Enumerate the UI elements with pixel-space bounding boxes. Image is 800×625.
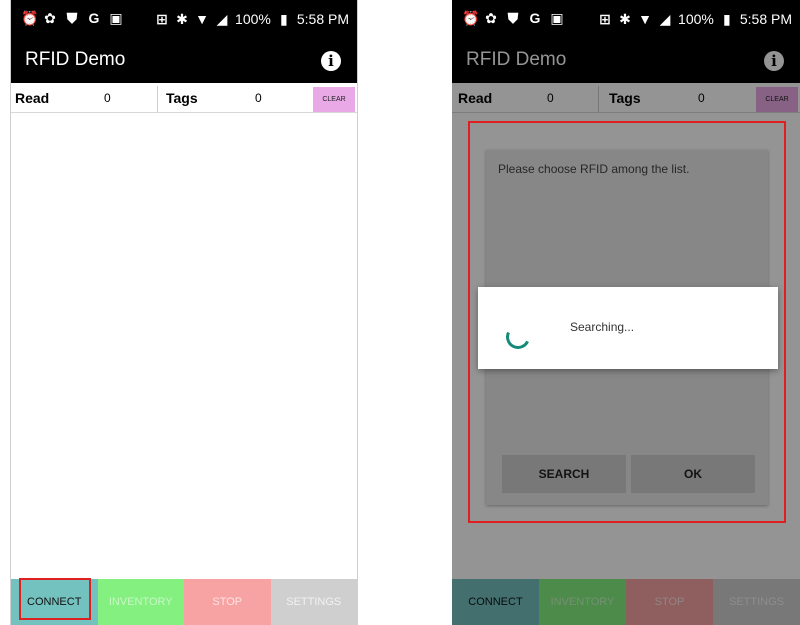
bluetooth-icon: ✱: [619, 11, 631, 27]
progress-dialog: Searching...: [478, 287, 778, 369]
battery-icon: ▮: [280, 11, 288, 27]
wifi-icon: ▼: [195, 11, 209, 27]
tags-count: 0: [255, 91, 262, 105]
divider: [157, 86, 158, 112]
google-icon: G: [529, 10, 541, 26]
image-icon: ▣: [550, 10, 564, 26]
battery-percent: 100%: [678, 11, 714, 27]
image-icon: ▣: [109, 10, 123, 26]
info-icon[interactable]: i: [321, 51, 341, 71]
spinner-icon: [502, 321, 534, 353]
counter-row: Read 0 Tags 0 CLEAR: [11, 84, 357, 113]
clock: 5:58 PM: [296, 11, 349, 27]
gear-icon: ✿: [44, 10, 56, 26]
status-icons-right: ⊞ ✱ ▼ ◢ 100% ▮ 5:58 PM: [155, 11, 349, 27]
alarm-icon: ⏰: [462, 10, 480, 26]
phone-screen-dialog: ⏰ ✿ ⛊ G ▣ ⊞ ✱ ▼ ◢ 100% ▮ 5:58 PM RFID De…: [452, 0, 800, 625]
clear-button[interactable]: CLEAR: [313, 87, 355, 112]
tag-list: [11, 113, 357, 579]
status-bar: ⏰ ✿ ⛊ G ▣ ⊞ ✱ ▼ ◢ 100% ▮ 5:58 PM: [11, 0, 357, 40]
status-icons-right: ⊞ ✱ ▼ ◢ 100% ▮ 5:58 PM: [598, 11, 792, 27]
signal-icon: ◢: [216, 11, 228, 27]
read-label: Read: [15, 90, 50, 106]
tags-label: Tags: [166, 90, 198, 106]
inventory-button[interactable]: INVENTORY: [97, 579, 184, 625]
shield-icon: ⛊: [507, 10, 519, 26]
alarm-icon: ⏰: [21, 10, 39, 26]
stop-button[interactable]: STOP: [184, 579, 271, 625]
shield-icon: ⛊: [66, 10, 78, 26]
clock: 5:58 PM: [739, 11, 792, 27]
app-title: RFID Demo: [25, 49, 126, 70]
phone-screen-main: ⏰ ✿ ⛊ G ▣ ⊞ ✱ ▼ ◢ 100% ▮ 5:58 PM RFID De…: [10, 0, 358, 625]
status-icons-left: ⏰ ✿ ⛊ G ▣: [21, 11, 123, 25]
gear-icon: ✿: [485, 10, 497, 26]
wifi-icon: ▼: [638, 11, 652, 27]
status-bar: ⏰ ✿ ⛊ G ▣ ⊞ ✱ ▼ ◢ 100% ▮ 5:58 PM: [452, 0, 800, 40]
connect-highlight-box: [19, 578, 91, 620]
app-bar: RFID Demo i: [11, 40, 357, 83]
settings-button[interactable]: SETTINGS: [270, 579, 357, 625]
nfc-icon: ⊞: [599, 11, 611, 27]
nfc-icon: ⊞: [156, 11, 168, 27]
battery-icon: ▮: [723, 11, 731, 27]
searching-text: Searching...: [570, 320, 635, 334]
status-icons-left: ⏰ ✿ ⛊ G ▣: [462, 11, 564, 25]
google-icon: G: [88, 10, 100, 26]
read-count: 0: [104, 91, 111, 105]
bluetooth-icon: ✱: [176, 11, 188, 27]
signal-icon: ◢: [659, 11, 671, 27]
battery-percent: 100%: [235, 11, 271, 27]
